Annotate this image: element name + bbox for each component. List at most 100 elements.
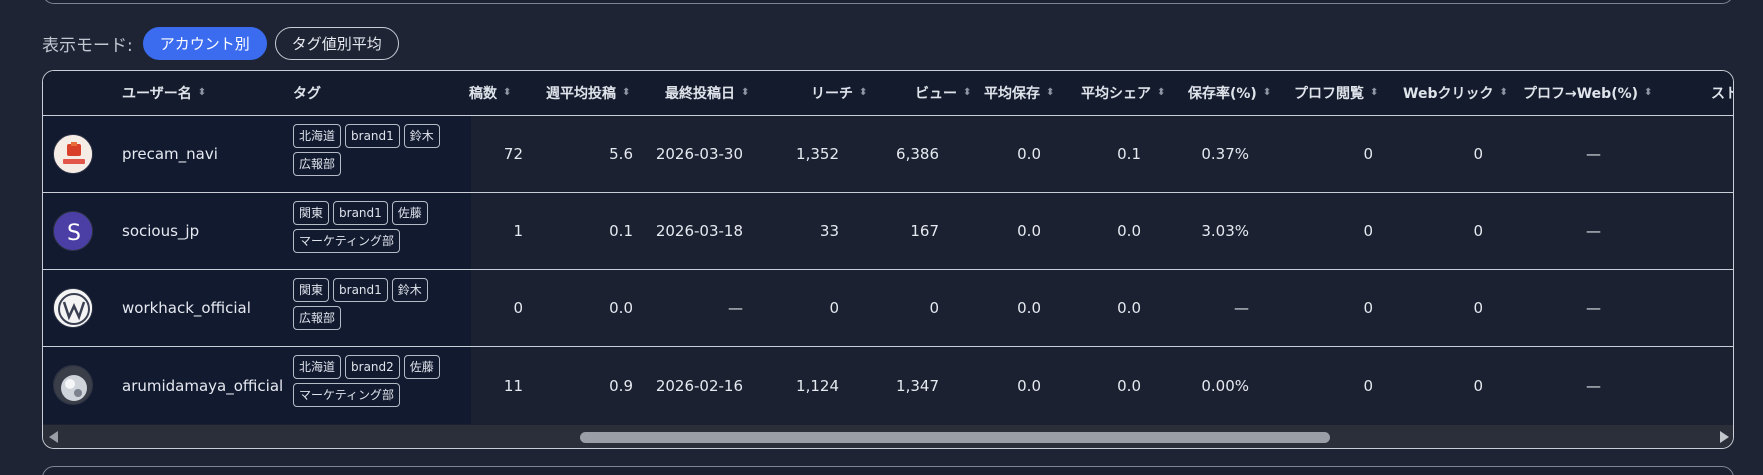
reach-value: 1,352: [796, 145, 839, 163]
tag-badge: brand1: [333, 278, 388, 302]
profile-views-value: 0: [1363, 299, 1373, 317]
profile-views-value: 0: [1363, 222, 1373, 240]
last-post-value: 2026-03-18: [655, 222, 743, 240]
tag-list: 北海道 brand1 鈴木 広報部: [293, 124, 453, 176]
sort-icon: ⬍: [1644, 87, 1653, 98]
username[interactable]: socious_jp: [122, 193, 199, 269]
web-clicks-value: 0: [1473, 299, 1483, 317]
previous-panel: [42, 0, 1734, 4]
table-scroll-area[interactable]: ユーザー名 ⬍ タグ 稿数 ⬍ 週平均投稿 ⬍ 最終投稿日 ⬍ リーチ ⬍ ビュー ⬍ 平均…: [43, 71, 1733, 425]
header-views[interactable]: ビュー ⬍: [915, 71, 971, 115]
accounts-table: ユーザー名 ⬍ タグ 稿数 ⬍ 週平均投稿 ⬍ 最終投稿日 ⬍ リーチ ⬍ ビュー ⬍ 平均…: [42, 70, 1734, 449]
profile-web-value: —: [1586, 299, 1601, 317]
sort-icon: ⬍: [503, 87, 512, 98]
header-save-rate[interactable]: 保存率(%) ⬍: [1188, 71, 1271, 115]
profile-web-value: —: [1586, 222, 1601, 240]
username[interactable]: arumidamaya_official: [122, 347, 283, 424]
save-rate-value: 0.00%: [1201, 376, 1249, 395]
header-cut-column[interactable]: スト: [1711, 71, 1733, 115]
sort-icon: ⬍: [622, 87, 631, 98]
table-row[interactable]: S socious_jp 関東 brand1 佐藤 マーケティング部 1 0.1…: [43, 193, 1733, 270]
sort-icon: ⬍: [1157, 87, 1166, 98]
tag-badge: 北海道: [293, 355, 342, 379]
socious-s-icon[interactable]: S: [53, 211, 93, 251]
posts-value: 1: [513, 222, 523, 240]
header-posts[interactable]: 稿数 ⬍: [469, 71, 511, 115]
mode-by-account-button[interactable]: アカウント別: [142, 26, 267, 60]
profile-views-value: 0: [1363, 376, 1373, 395]
svg-text:S: S: [67, 221, 81, 246]
tag-badge: 関東: [293, 201, 330, 225]
tag-badge: 鈴木: [391, 278, 428, 302]
web-clicks-value: 0: [1473, 376, 1483, 395]
last-post-value: 2026-03-30: [655, 145, 743, 163]
header-weekly-avg[interactable]: 週平均投稿 ⬍: [546, 71, 630, 115]
avg-saves-value: 0.0: [1017, 145, 1041, 163]
profile-web-value: —: [1586, 145, 1601, 163]
tag-badge: 佐藤: [391, 201, 428, 225]
header-avg-saves[interactable]: 平均保存 ⬍: [984, 71, 1054, 115]
tag-badge: マーケティング部: [293, 383, 401, 407]
posts-value: 72: [503, 145, 523, 163]
header-profile-views[interactable]: プロフ閲覧 ⬍: [1294, 71, 1378, 115]
next-panel: [42, 466, 1734, 475]
scroll-right-arrow-icon[interactable]: [1720, 431, 1729, 443]
username[interactable]: precam_navi: [122, 116, 218, 192]
weekly-avg-value: 0.1: [609, 222, 633, 240]
save-rate-value: 3.03%: [1201, 222, 1249, 240]
arumidamaya-sphere-icon[interactable]: [53, 365, 93, 405]
sort-icon: ⬍: [859, 87, 868, 98]
sort-icon: ⬍: [741, 87, 750, 98]
tag-badge: 広報部: [293, 152, 342, 176]
header-tags: タグ: [293, 86, 321, 102]
header-username[interactable]: ユーザー名 ⬍: [122, 71, 206, 115]
views-value: 0: [929, 299, 939, 317]
tag-badge: 関東: [293, 278, 330, 302]
weekly-avg-value: 0.9: [609, 376, 633, 395]
tag-badge: マーケティング部: [293, 229, 401, 253]
reach-value: 33: [819, 222, 839, 240]
mode-tag-average-button[interactable]: タグ値別平均: [274, 26, 399, 60]
reach-value: 0: [829, 299, 839, 317]
header-web-clicks[interactable]: Webクリック ⬍: [1403, 71, 1508, 115]
precam-logo-icon[interactable]: [53, 134, 93, 174]
tag-list: 北海道 brand2 佐藤 マーケティング部: [293, 355, 453, 407]
table-row[interactable]: precam_navi 北海道 brand1 鈴木 広報部 72 5.6 202…: [43, 116, 1733, 193]
profile-views-value: 0: [1363, 145, 1373, 163]
table-row[interactable]: workhack_official 関東 brand1 鈴木 広報部 0 0.0…: [43, 270, 1733, 347]
tag-badge: 鈴木: [403, 124, 440, 148]
horizontal-scrollbar[interactable]: [43, 425, 1733, 448]
last-post-value: —: [728, 299, 743, 317]
header-last-post[interactable]: 最終投稿日 ⬍: [665, 71, 749, 115]
weekly-avg-value: 5.6: [609, 145, 633, 163]
sort-icon: ⬍: [1262, 87, 1272, 98]
table-header-row: ユーザー名 ⬍ タグ 稿数 ⬍ 週平均投稿 ⬍ 最終投稿日 ⬍ リーチ ⬍ ビュー ⬍ 平均…: [43, 71, 1733, 116]
avg-shares-value: 0.0: [1117, 376, 1141, 395]
scrollbar-thumb[interactable]: [580, 432, 1330, 443]
web-clicks-value: 0: [1473, 145, 1483, 163]
tag-badge: brand1: [333, 201, 388, 225]
avg-shares-value: 0.1: [1117, 145, 1141, 163]
scroll-left-arrow-icon[interactable]: [49, 431, 58, 443]
tag-badge: brand2: [345, 355, 400, 379]
avg-saves-value: 0.0: [1017, 376, 1041, 395]
sort-icon: ⬍: [197, 87, 207, 98]
header-reach[interactable]: リーチ ⬍: [811, 71, 867, 115]
save-rate-value: 0.37%: [1201, 145, 1249, 163]
tag-badge: 佐藤: [403, 355, 440, 379]
tag-badge: 北海道: [293, 124, 342, 148]
tag-badge: 広報部: [293, 306, 342, 330]
username[interactable]: workhack_official: [122, 270, 251, 346]
header-profile-web[interactable]: プロフ→Web(%) ⬍: [1523, 71, 1652, 115]
header-avg-shares[interactable]: 平均シェア ⬍: [1081, 71, 1165, 115]
profile-web-value: —: [1586, 376, 1601, 395]
last-post-value: 2026-02-16: [655, 376, 743, 395]
avg-shares-value: 0.0: [1117, 299, 1141, 317]
avg-shares-value: 0.0: [1117, 222, 1141, 240]
save-rate-value: —: [1234, 299, 1249, 317]
views-value: 6,386: [896, 145, 939, 163]
web-clicks-value: 0: [1473, 222, 1483, 240]
workhack-w-icon[interactable]: [53, 288, 93, 328]
avg-saves-value: 0.0: [1017, 299, 1041, 317]
table-row[interactable]: arumidamaya_official 北海道 brand2 佐藤 マーケティ…: [43, 347, 1733, 424]
